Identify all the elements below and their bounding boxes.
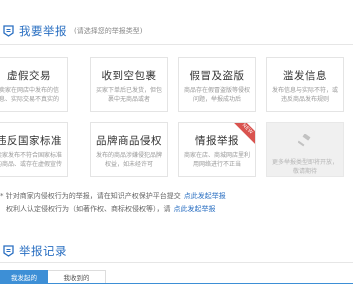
report-link-2[interactable]: 点此发起举报 [174,205,216,213]
report-tag-icon [2,245,14,258]
records-tabs: 我发起的 我收到的 [0,270,106,284]
divider [0,44,353,45]
card-description: 买家下单后已发货，但包裹中无商品或者 [95,87,162,103]
report-section-header: 我要举报 (请选择您的举报类型) [0,20,142,42]
card-title: 假冒及盗版 [189,70,245,82]
report-type-intel[interactable]: NEW 情报举报 商家在店、商城网店里利用网络进行不正当 [178,122,256,177]
card-description: 更多举报类型即将开放，敬请期待 [271,159,338,175]
gavel-icon [267,133,343,152]
card-description: 商品存在假冒盗版等侵权问题，举报成功后 [183,87,250,103]
report-type-national-standard[interactable]: 违反国家标准 卖家发布不符合国家标准的商品、或存在虚假宣传 [0,122,68,177]
card-description: 发布信息与实际不符，或违反商品发布规则 [271,87,338,103]
card-description: 发布的商品涉嫌侵犯品牌权益，如未经许可 [95,152,162,168]
card-title: 滥发信息 [283,70,327,82]
note-text: * 针对商家内侵权行为的举报，请在知识产权保护平台提交 [0,192,181,200]
card-title: 虚假交易 [7,70,51,82]
card-title: 违反国家标准 [0,135,62,147]
report-type-brand-infringement[interactable]: 品牌商品侵权 发布的商品涉嫌侵犯品牌权益，如未经许可 [90,122,168,177]
report-section-title: 我要举报 [19,24,67,38]
tab-initiated[interactable]: 我发起的 [0,270,48,284]
report-type-spam-info[interactable]: 滥发信息 发布信息与实际不符，或违反商品发布规则 [266,57,344,112]
report-type-counterfeit[interactable]: 假冒及盗版 商品存在假冒盗版等侵权问题，举报成功后 [178,57,256,112]
divider [0,262,353,263]
records-section-title: 举报记录 [19,244,67,258]
records-section-header: 举报记录 [0,240,67,262]
card-description: 商家在店、商城网店里利用网络进行不正当 [183,152,250,168]
report-notes: * 针对商家内侵权行为的举报，请在知识产权保护平台提交 点此发起举报 权利人认定侵… [0,190,226,216]
report-type-coming-soon: 更多举报类型即将开放，敬请期待 [266,122,344,177]
note-text: 权利人认定侵权行为（如著作权、商标权侵权等），请 [6,205,171,213]
tab-received[interactable]: 我收到的 [48,270,106,284]
card-description: 卖家在网店中发布的信息、实际交易不真实的 [0,87,59,103]
report-type-fake-transaction[interactable]: 虚假交易 卖家在网店中发布的信息、实际交易不真实的 [0,57,68,112]
report-link-1[interactable]: 点此发起举报 [184,192,226,200]
note-line-2: 权利人认定侵权行为（如著作权、商标权侵权等），请 点此发起举报 [0,203,226,216]
report-tag-icon [2,25,14,38]
card-title: 品牌商品侵权 [96,135,162,147]
card-description: 卖家发布不符合国家标准的商品、或存在虚假宣传 [0,152,62,168]
card-title: 收到空包裹 [101,70,157,82]
card-title: 情报举报 [195,135,239,147]
note-line-1: * 针对商家内侵权行为的举报，请在知识产权保护平台提交 点此发起举报 [0,190,226,203]
report-type-empty-package[interactable]: 收到空包裹 买家下单后已发货，但包裹中无商品或者 [90,57,168,112]
report-section-subtitle: (请选择您的举报类型) [74,27,143,35]
